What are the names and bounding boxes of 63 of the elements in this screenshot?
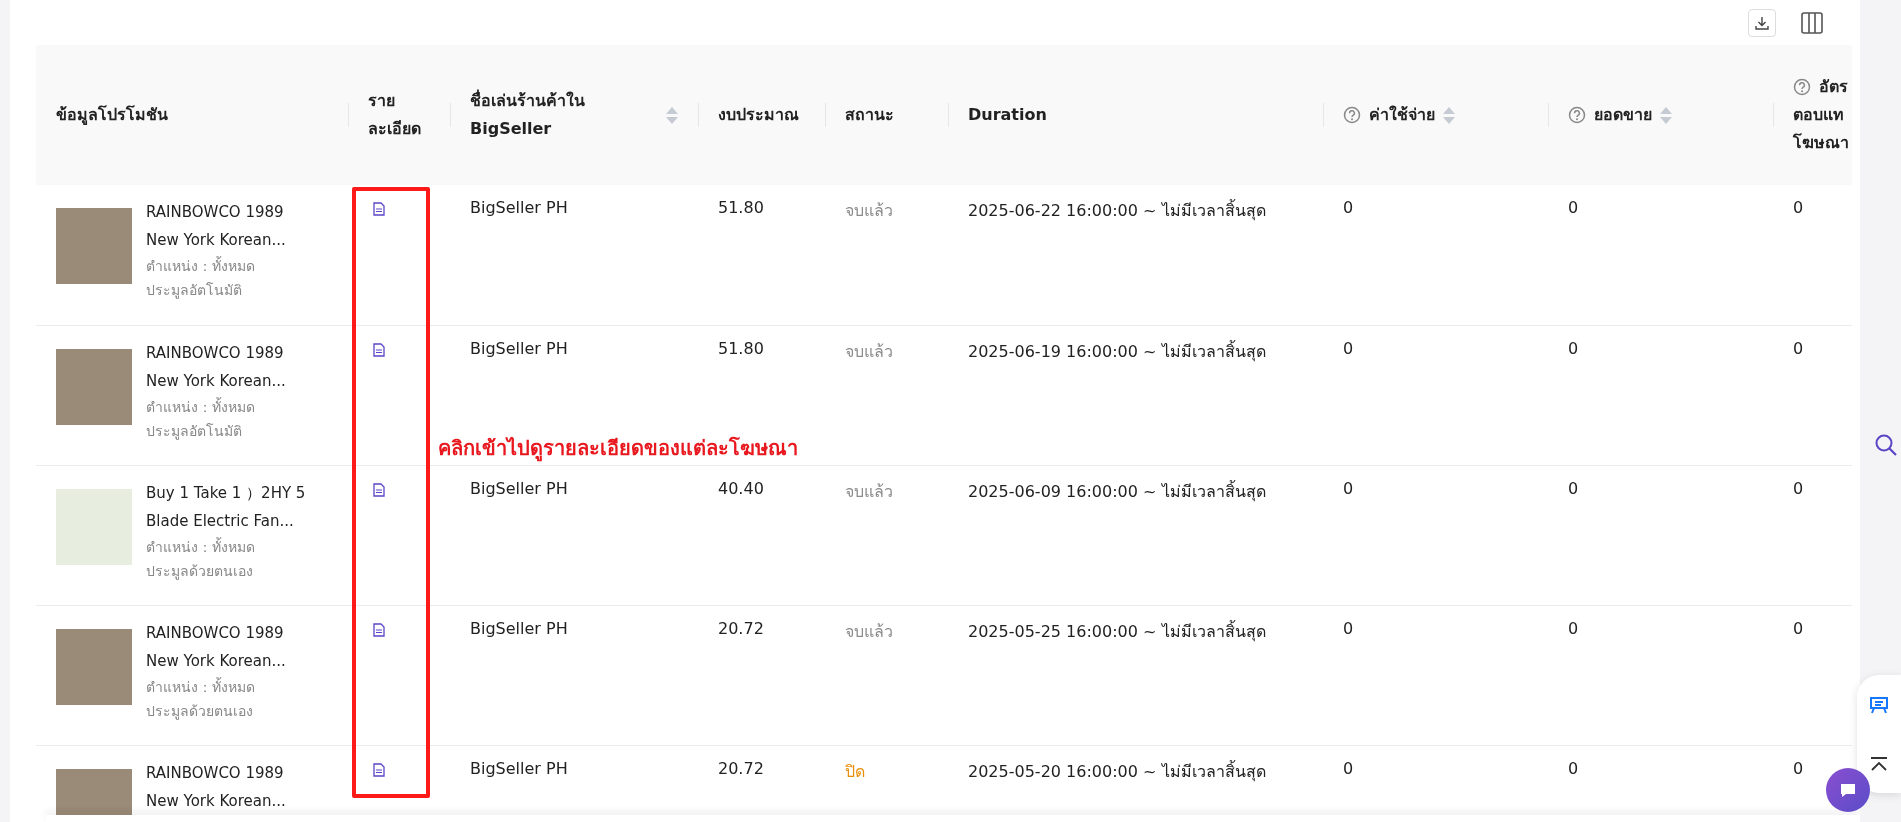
search-icon[interactable]: [1875, 434, 1897, 456]
table-cell: 0: [1773, 185, 1852, 325]
bidding-type: ประมูลด้วยตนเอง: [146, 701, 254, 722]
duration-text: 2025-05-25 16:00:00 ~ ไม่มีเวลาสิ้นสุด: [948, 605, 1323, 745]
budget-value: 40.40: [698, 465, 825, 605]
column-header: BigSeller: [470, 118, 553, 140]
columns-icon: [1801, 11, 1823, 34]
column-header: ชื่อเล่นร้านค้าใน: [470, 88, 585, 112]
annotation-text: คลิกเข้าไปดูรายละเอียดของแต่ละโฆษณา: [438, 435, 798, 464]
shop-name: BigSeller PH: [450, 465, 698, 605]
document-icon[interactable]: [372, 482, 386, 497]
column-header: ค่าใช้จ่าย: [1369, 104, 1435, 126]
shop-name: BigSeller PH: [450, 185, 698, 325]
bidding-type: ประมูลอัตโนมัติ: [146, 421, 243, 442]
ad-position: ตำแหน่ง：ทั้งหมด: [146, 536, 256, 557]
column-header: อัตร: [1819, 76, 1848, 98]
sales-value: 0: [1548, 465, 1773, 605]
table-cell: 0: [1773, 465, 1852, 605]
cost-value: 0: [1323, 185, 1548, 325]
status-text: จบแล้ว: [825, 465, 948, 605]
status-text: จบแล้ว: [825, 605, 948, 745]
document-icon[interactable]: [372, 622, 386, 637]
product-title: RAINBOWCO 1989 New York Korean...: [146, 762, 287, 812]
back-to-top-icon[interactable]: [1869, 756, 1889, 772]
column-header: Duration: [968, 104, 1047, 126]
sales-value: 0: [1548, 185, 1773, 325]
document-icon[interactable]: [372, 202, 386, 216]
duration-text: 2025-06-22 16:00:00 ~ ไม่มีเวลาสิ้นสุด: [948, 185, 1323, 325]
sales-value: 0: [1548, 325, 1773, 465]
sales-value: 0: [1548, 605, 1773, 745]
board-icon[interactable]: [1869, 696, 1889, 714]
column-header: ตอบแท: [1793, 104, 1845, 126]
product-title: RAINBOWCO 1989 New York Korean...: [146, 622, 287, 672]
download-button[interactable]: [1748, 8, 1776, 37]
bidding-type: ประมูลด้วยตนเอง: [146, 561, 254, 582]
column-header: ข้อมูลโปรโมชัน: [56, 104, 168, 127]
chat-icon: [1838, 781, 1858, 799]
status-text: จบแล้ว: [825, 325, 948, 465]
table-cell: 0: [1773, 325, 1852, 465]
cost-value: 0: [1323, 465, 1548, 605]
ad-position: ตำแหน่ง：ทั้งหมด: [146, 396, 256, 417]
column-header: ละเอียด: [368, 118, 421, 140]
shop-name: BigSeller PH: [450, 605, 698, 745]
bidding-type: ประมูลอัตโนมัติ: [146, 281, 243, 301]
column-header: ยอดขาย: [1594, 104, 1652, 126]
column-header: ราย: [368, 90, 396, 112]
duration-text: 2025-06-19 16:00:00 ~ ไม่มีเวลาสิ้นสุด: [948, 325, 1323, 465]
status-text: จบแล้ว: [825, 185, 948, 325]
cost-value: 0: [1323, 605, 1548, 745]
duration-text: 2025-06-09 16:00:00 ~ ไม่มีเวลาสิ้นสุด: [948, 465, 1323, 605]
product-title: RAINBOWCO 1989 New York Korean...: [146, 202, 287, 251]
ad-position: ตำแหน่ง：ทั้งหมด: [146, 676, 256, 697]
document-icon[interactable]: [372, 342, 386, 357]
column-header: โฆษณา: [1793, 132, 1849, 154]
budget-value: 20.72: [698, 605, 825, 745]
ad-position: ตำแหน่ง：ทั้งหมด: [146, 255, 256, 276]
column-header: งบประมาณ: [718, 104, 799, 126]
budget-value: 51.80: [698, 185, 825, 325]
product-title: Buy 1 Take 1 ）2HY 5 Blade Electric Fan...: [146, 482, 307, 532]
product-title: RAINBOWCO 1989 New York Korean...: [146, 342, 287, 392]
column-header: สถานะ: [845, 104, 894, 126]
document-icon[interactable]: [372, 762, 386, 777]
cost-value: 0: [1323, 325, 1548, 465]
